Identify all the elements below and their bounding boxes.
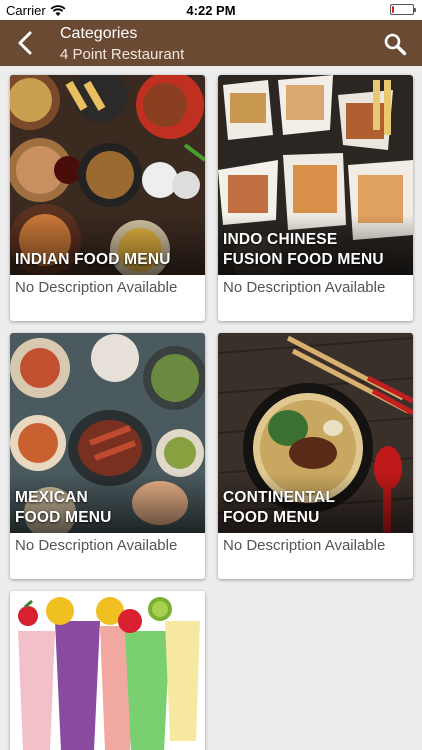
category-title: INDO CHINESE FUSION FOOD MENU xyxy=(223,231,384,268)
category-card-indian[interactable]: INDIAN FOOD MENU No Description Availabl… xyxy=(10,75,205,321)
battery-indicator xyxy=(390,4,416,15)
category-card-indo-chinese[interactable]: INDO CHINESE FUSION FOOD MENU No Descrip… xyxy=(218,75,413,321)
status-bar: Carrier 4:22 PM xyxy=(0,0,422,20)
category-image-indian: INDIAN FOOD MENU xyxy=(10,75,205,275)
category-description: No Description Available xyxy=(15,537,178,554)
restaurant-name: 4 Point Restaurant xyxy=(60,46,185,63)
category-title: INDIAN FOOD MENU xyxy=(15,251,171,268)
category-image-beverages xyxy=(10,591,205,750)
category-card-mexican[interactable]: MEXICAN FOOD MENU No Description Availab… xyxy=(10,333,205,579)
category-description: No Description Available xyxy=(15,279,178,296)
category-card-continental[interactable]: CONTINENTAL FOOD MENU No Description Ava… xyxy=(218,333,413,579)
battery-level xyxy=(392,6,394,13)
search-button[interactable] xyxy=(380,29,410,59)
page-title: Categories xyxy=(60,25,138,42)
status-time: 4:22 PM xyxy=(186,3,236,18)
battery-icon xyxy=(390,4,416,15)
nav-bar: Categories 4 Point Restaurant xyxy=(0,20,422,66)
category-card-beverages[interactable] xyxy=(10,591,205,750)
category-grid: INDIAN FOOD MENU No Description Availabl… xyxy=(0,66,422,750)
category-title: MEXICAN FOOD MENU xyxy=(15,489,112,526)
category-title: CONTINENTAL FOOD MENU xyxy=(223,489,336,526)
chevron-left-icon xyxy=(18,31,32,55)
category-image-continental: CONTINENTAL FOOD MENU xyxy=(218,333,413,533)
search-icon xyxy=(384,33,407,56)
back-button[interactable] xyxy=(8,26,42,60)
category-image-indo-chinese: INDO CHINESE FUSION FOOD MENU xyxy=(218,75,413,275)
category-description: No Description Available xyxy=(223,279,386,296)
category-description: No Description Available xyxy=(223,537,386,554)
category-image-mexican: MEXICAN FOOD MENU xyxy=(10,333,205,533)
